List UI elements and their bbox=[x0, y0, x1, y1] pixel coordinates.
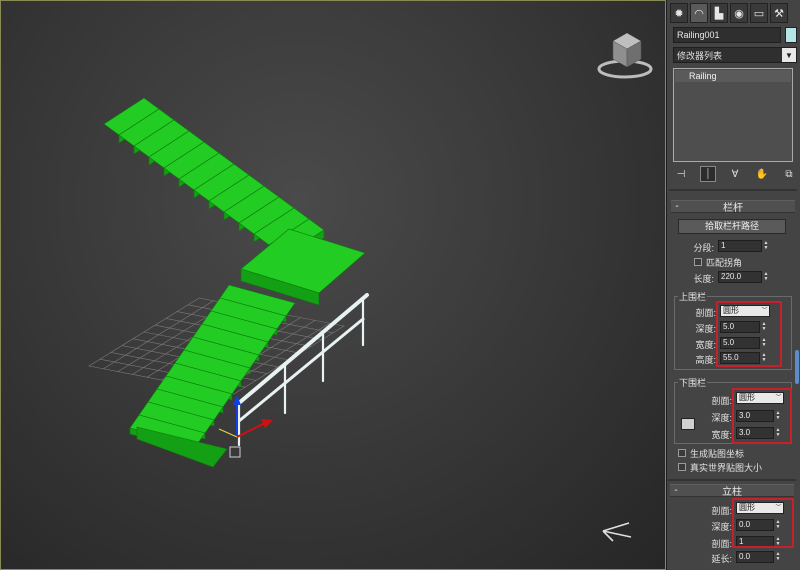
rollout-posts-header[interactable]: - 立柱 bbox=[670, 484, 794, 498]
top-rail-profile-label: 剖面: bbox=[695, 308, 716, 318]
posts-extension-value[interactable]: 0.0 bbox=[736, 551, 774, 563]
hierarchy-tab[interactable]: ▙ bbox=[710, 3, 728, 23]
real-world-map-checkbox[interactable] bbox=[678, 463, 686, 471]
stack-toolbar: ⊣ ⏐ ∀ ✋ ⧉ bbox=[673, 166, 797, 182]
modifier-stack[interactable]: Railing bbox=[673, 68, 793, 162]
stack-item-railing[interactable]: Railing bbox=[675, 70, 791, 82]
rollout-railing-header[interactable]: - 栏杆 bbox=[671, 200, 795, 214]
posts-depth-label: 深度: bbox=[711, 522, 732, 532]
generate-mapping-checkbox[interactable] bbox=[678, 449, 686, 457]
length-spinner[interactable]: 220.0 ▲ ▼ bbox=[718, 271, 770, 283]
posts-extension-label: 延长: bbox=[711, 554, 732, 564]
rollout-railing-title: 栏杆 bbox=[723, 203, 743, 214]
lower-rail-depth-label: 深度: bbox=[711, 413, 732, 423]
modifier-list-label: 修改器列表 bbox=[677, 50, 723, 61]
object-name-field[interactable]: Railing001 bbox=[673, 27, 781, 43]
spinner-arrows-icon[interactable]: ▲ ▼ bbox=[762, 240, 770, 252]
show-end-result-icon[interactable]: ⏐ bbox=[700, 166, 716, 182]
posts-profile-label: 剖面: bbox=[711, 506, 732, 516]
pick-railing-path-button[interactable]: 拾取栏杆路径 bbox=[678, 219, 786, 234]
segments-label: 分段: bbox=[693, 243, 714, 253]
pin-stack-icon[interactable]: ⊣ bbox=[673, 166, 689, 182]
lower-rail-title: 下围栏 bbox=[678, 376, 708, 389]
lower-rail-width-label: 宽度: bbox=[711, 430, 732, 440]
divider bbox=[668, 479, 796, 481]
motion-tab[interactable]: ◉ bbox=[730, 3, 748, 23]
scene-canvas[interactable] bbox=[1, 1, 666, 570]
modify-tab[interactable]: ◠ bbox=[690, 3, 708, 23]
lower-rail-profile-label: 剖面: bbox=[711, 396, 732, 406]
command-panel-tabs: ✹ ◠ ▙ ◉ ▭ ⚒ bbox=[670, 3, 798, 23]
utilities-tab[interactable]: ⚒ bbox=[770, 3, 788, 23]
panel-scrollbar[interactable] bbox=[795, 350, 799, 384]
segments-spinner[interactable]: 1 ▲ ▼ bbox=[718, 240, 770, 252]
modifier-list-dropdown[interactable]: 修改器列表 ▼ bbox=[673, 47, 797, 63]
real-world-map-label: 真实世界贴图大小 bbox=[690, 463, 763, 473]
match-corners-checkbox[interactable] bbox=[694, 258, 702, 266]
make-unique-icon[interactable]: ∀ bbox=[727, 166, 743, 182]
viewcube-icon[interactable] bbox=[595, 25, 655, 81]
configure-sets-icon[interactable]: ⧉ bbox=[781, 166, 797, 182]
perspective-viewport[interactable]: 宙面 bbox=[0, 0, 666, 570]
length-value[interactable]: 220.0 bbox=[718, 271, 762, 283]
object-name-row: Railing001 bbox=[673, 27, 797, 43]
top-rail-height-label: 高度: bbox=[695, 355, 716, 365]
stair-model[interactable] bbox=[103, 97, 366, 468]
highlight-posts bbox=[732, 498, 794, 548]
posts-width-label: 剖面: bbox=[711, 539, 732, 549]
mini-axis-icon bbox=[602, 522, 632, 542]
highlight-top-rail bbox=[716, 301, 782, 367]
generate-mapping-label: 生成贴图坐标 bbox=[690, 449, 745, 459]
remove-modifier-icon[interactable]: ✋ bbox=[754, 166, 770, 182]
collapse-icon: - bbox=[675, 201, 679, 212]
length-label: 长度: bbox=[693, 274, 714, 284]
spinner-arrows-icon[interactable]: ▲ ▼ bbox=[774, 551, 782, 563]
display-tab[interactable]: ▭ bbox=[750, 3, 768, 23]
top-rail-depth-label: 深度: bbox=[695, 324, 716, 334]
object-color-swatch[interactable] bbox=[785, 27, 797, 43]
collapse-icon: - bbox=[674, 485, 678, 496]
posts-extension-spinner[interactable]: 0.0 ▲ ▼ bbox=[736, 551, 782, 563]
spinner-arrows-icon[interactable]: ▲ ▼ bbox=[762, 271, 770, 283]
segments-value[interactable]: 1 bbox=[718, 240, 762, 252]
create-tab[interactable]: ✹ bbox=[670, 3, 688, 23]
divider bbox=[669, 189, 797, 191]
rollout-posts-title: 立柱 bbox=[722, 487, 742, 498]
top-rail-width-label: 宽度: bbox=[695, 340, 716, 350]
highlight-lower-rail bbox=[732, 388, 792, 444]
top-rail-title: 上围栏 bbox=[678, 290, 708, 303]
lower-rail-spacing-icon[interactable] bbox=[681, 418, 695, 430]
chevron-down-icon: ▼ bbox=[782, 48, 796, 62]
match-corners-label: 匹配拐角 bbox=[706, 258, 743, 268]
